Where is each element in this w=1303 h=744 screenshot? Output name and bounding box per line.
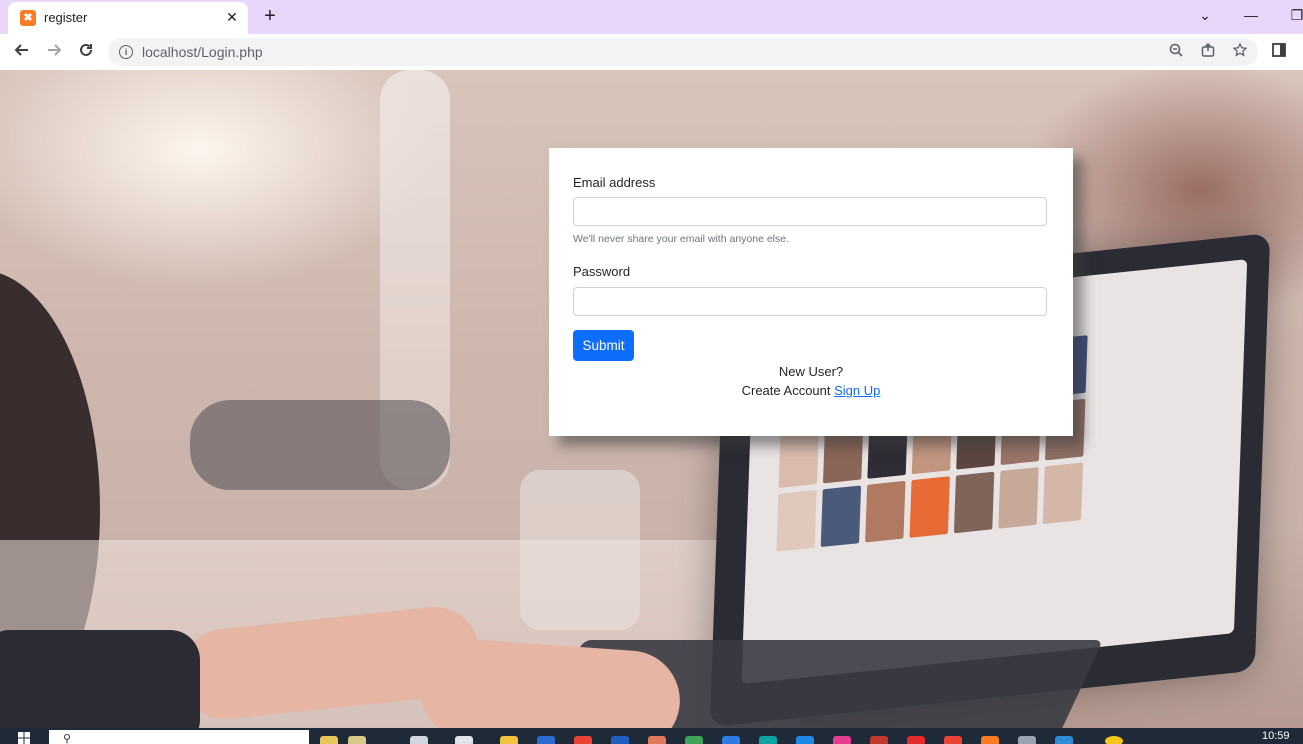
create-account-text: Create Account: [741, 383, 831, 398]
taskbar-app-icon[interactable]: [611, 736, 629, 744]
file-explorer-icon[interactable]: [500, 736, 518, 744]
url-text[interactable]: localhost/Login.php: [142, 44, 263, 60]
excel-icon[interactable]: [685, 736, 703, 744]
taskbar-app-icon[interactable]: [410, 736, 428, 744]
password-field[interactable]: [573, 287, 1047, 316]
taskbar-app-icon[interactable]: [796, 736, 814, 744]
tab-strip: ✖ register ✕ + ⌄ — ❐: [0, 0, 1303, 34]
edge-icon[interactable]: [759, 736, 777, 744]
tab-search-dropdown-icon[interactable]: ⌄: [1193, 4, 1217, 26]
share-icon[interactable]: [1198, 42, 1218, 62]
windows-start-icon[interactable]: [18, 732, 32, 744]
create-account-line: Create Account Sign Up: [549, 383, 1073, 398]
new-user-text: New User?: [778, 364, 844, 379]
address-bar[interactable]: i localhost/Login.php: [108, 38, 1258, 66]
desk-object: [190, 400, 450, 490]
star-icon[interactable]: [1230, 42, 1250, 62]
taskbar-app-icon[interactable]: [833, 736, 851, 744]
taskbar-clock[interactable]: 10:59: [1262, 730, 1290, 742]
side-panel-icon[interactable]: [1269, 42, 1289, 62]
taskbar-app-icon[interactable]: [348, 736, 366, 744]
search-icon: ⚲: [63, 733, 72, 744]
tab-register[interactable]: ✖ register ✕: [8, 2, 248, 34]
xampp-favicon-icon: ✖: [20, 10, 36, 26]
taskbar-app-icon[interactable]: [870, 736, 888, 744]
taskbar-search-box[interactable]: ⚲: [49, 730, 309, 744]
signup-link[interactable]: Sign Up: [834, 383, 880, 398]
taskbar-app-icon[interactable]: [648, 736, 666, 744]
login-form-card: Email address We'll never share your ema…: [549, 148, 1073, 436]
taskbar-app-icon[interactable]: [455, 736, 473, 744]
taskbar-app-icon[interactable]: [722, 736, 740, 744]
email-label: Email address: [573, 175, 656, 190]
submit-button[interactable]: Submit: [573, 330, 634, 361]
xampp-icon[interactable]: [981, 736, 999, 744]
restore-button[interactable]: ❐: [1285, 4, 1303, 26]
email-field[interactable]: [573, 197, 1047, 226]
taskbar-app-icon[interactable]: [1018, 736, 1036, 744]
new-tab-button[interactable]: +: [259, 5, 281, 27]
browser-toolbar: i localhost/Login.php: [0, 34, 1303, 71]
tab-close-icon[interactable]: ✕: [222, 7, 242, 27]
info-icon[interactable]: i: [119, 45, 133, 59]
zoom-icon[interactable]: [1166, 42, 1186, 62]
password-label: Password: [573, 264, 631, 279]
back-icon[interactable]: [10, 40, 34, 64]
opera-icon[interactable]: [907, 736, 925, 744]
taskbar-app-icon[interactable]: [320, 736, 338, 744]
taskbar: ⚲ 10:59: [0, 728, 1303, 744]
weather-icon[interactable]: [1105, 736, 1123, 744]
email-help-text: We'll never share your email with anyone…: [573, 233, 789, 245]
sleeve: [0, 630, 200, 728]
taskbar-app-icon[interactable]: [1055, 736, 1073, 744]
minimize-button[interactable]: —: [1239, 4, 1263, 26]
forward-icon[interactable]: [42, 40, 66, 64]
tab-title: register: [44, 10, 88, 25]
chrome-active-icon[interactable]: [944, 736, 962, 744]
word-icon[interactable]: [537, 736, 555, 744]
reload-icon[interactable]: [74, 40, 98, 64]
chrome-icon[interactable]: [574, 736, 592, 744]
